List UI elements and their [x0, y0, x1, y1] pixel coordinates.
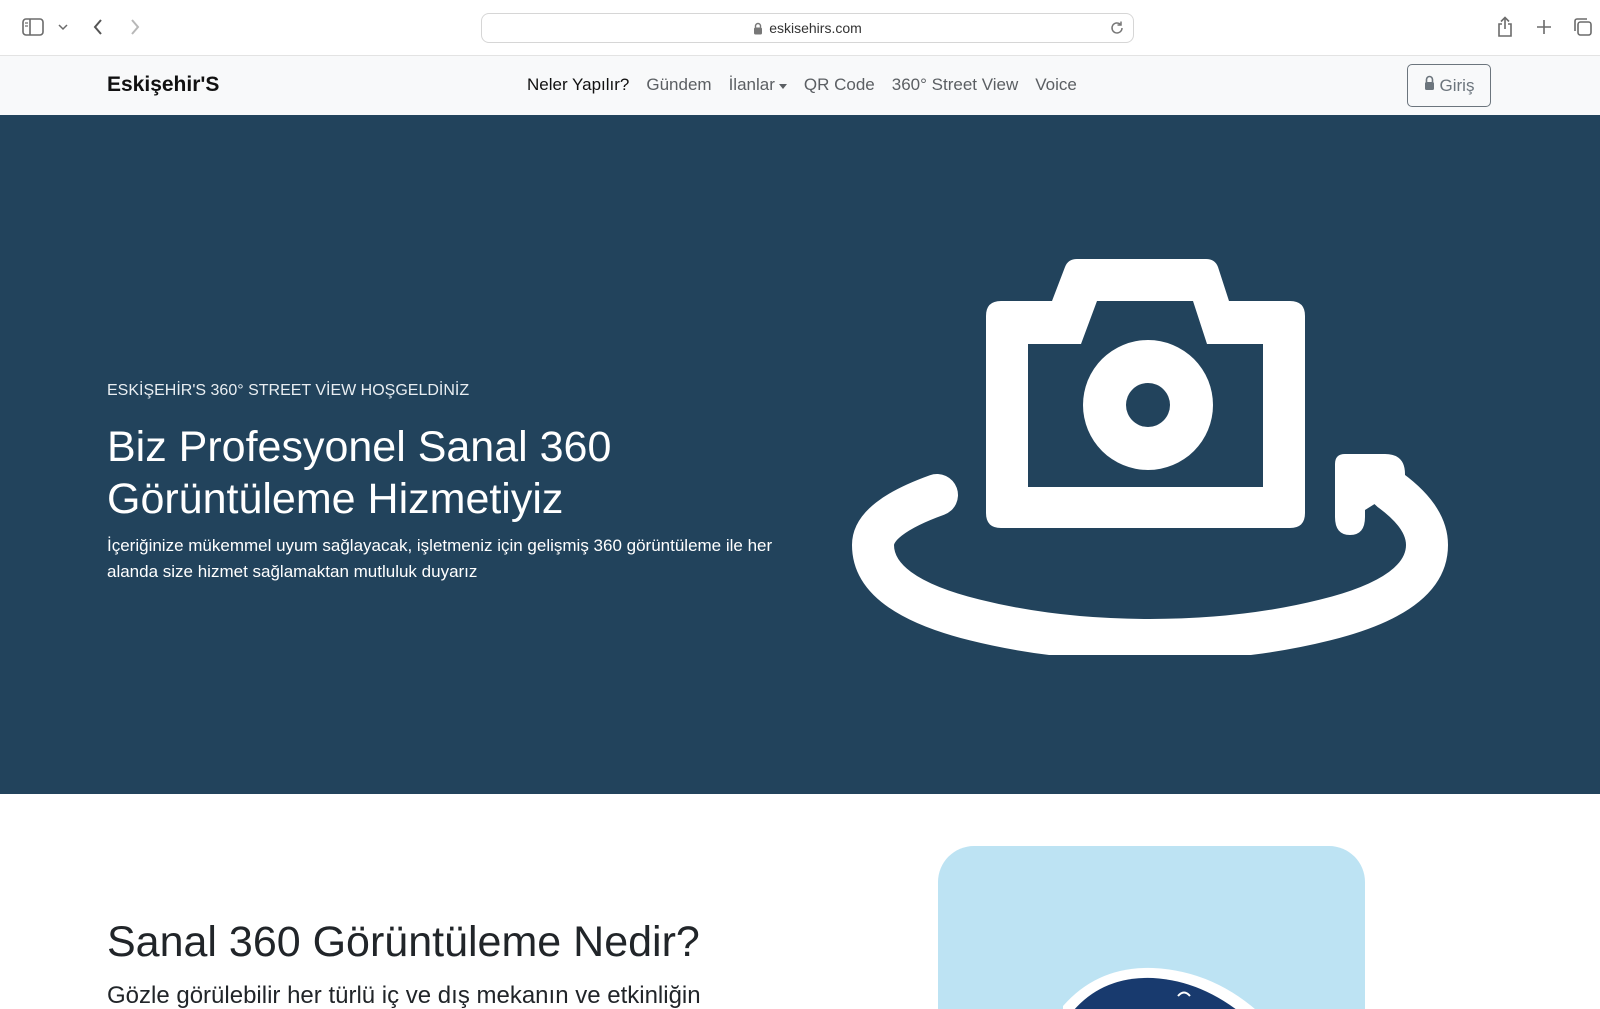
- sidebar-icon[interactable]: [20, 14, 46, 40]
- section-title: Sanal 360 Görüntüleme Nedir?: [107, 918, 700, 966]
- nav-item-label: Voice: [1035, 75, 1077, 94]
- nav-item-label: Neler Yapılır?: [527, 75, 630, 94]
- tabs-overview-icon[interactable]: [1570, 14, 1596, 40]
- nav-item-label: Gündem: [646, 75, 712, 94]
- nav-item-gundem[interactable]: Gündem: [646, 75, 711, 95]
- share-icon[interactable]: [1492, 14, 1518, 40]
- site-navbar: Eskişehir'S Neler Yapılır? Gündem İlanla…: [0, 56, 1600, 115]
- nav-item-voice[interactable]: Voice: [1035, 75, 1077, 95]
- forward-arrow-icon[interactable]: [122, 14, 148, 40]
- login-button[interactable]: Giriş: [1407, 64, 1491, 107]
- main-nav: Neler Yapılır? Gündem İlanlar QR Code 36…: [527, 75, 1077, 95]
- camera-360-icon: [845, 255, 1465, 662]
- nav-item-street-view[interactable]: 360° Street View: [892, 75, 1019, 95]
- lock-icon: [753, 22, 763, 35]
- nav-item-qr-code[interactable]: QR Code: [804, 75, 875, 95]
- browser-toolbar: eskisehirs.com: [0, 0, 1600, 56]
- hero-description: İçeriğinize mükemmel uyum sağlayacak, iş…: [107, 536, 773, 581]
- plus-icon[interactable]: [1531, 14, 1557, 40]
- brand-logo-text[interactable]: Eskişehir'S: [107, 73, 219, 97]
- reload-icon[interactable]: [1109, 20, 1125, 36]
- nav-item-label: İlanlar: [728, 75, 775, 94]
- hero-section: ESKİŞEHİR'S 360° STREET VİEW HOŞGELDİNİZ…: [0, 115, 1600, 794]
- nav-item-ilanlar-dropdown[interactable]: İlanlar: [729, 75, 787, 95]
- nav-item-label: 360° Street View: [891, 75, 1019, 94]
- back-arrow-icon[interactable]: [85, 14, 111, 40]
- lock-icon: [1424, 75, 1435, 96]
- url-text: eskisehirs.com: [769, 20, 862, 36]
- address-bar[interactable]: eskisehirs.com: [481, 13, 1134, 43]
- illustration-card: [938, 846, 1365, 1009]
- hero-title: Biz Profesyonel Sanal 360 Görüntüleme Hi…: [107, 423, 612, 523]
- login-label: Giriş: [1439, 75, 1475, 95]
- chevron-down-icon[interactable]: [50, 14, 76, 40]
- section-text: Gözle görülebilir her türlü iç ve dış me…: [107, 982, 701, 1009]
- nav-item-label: QR Code: [803, 75, 875, 94]
- nav-item-neler-yapilir[interactable]: Neler Yapılır?: [527, 75, 629, 95]
- hero-eyebrow: ESKİŞEHİR'S 360° STREET VİEW HOŞGELDİNİZ: [107, 382, 470, 399]
- caret-down-icon: [778, 83, 787, 89]
- vr-headset-illustration: [1063, 967, 1255, 1009]
